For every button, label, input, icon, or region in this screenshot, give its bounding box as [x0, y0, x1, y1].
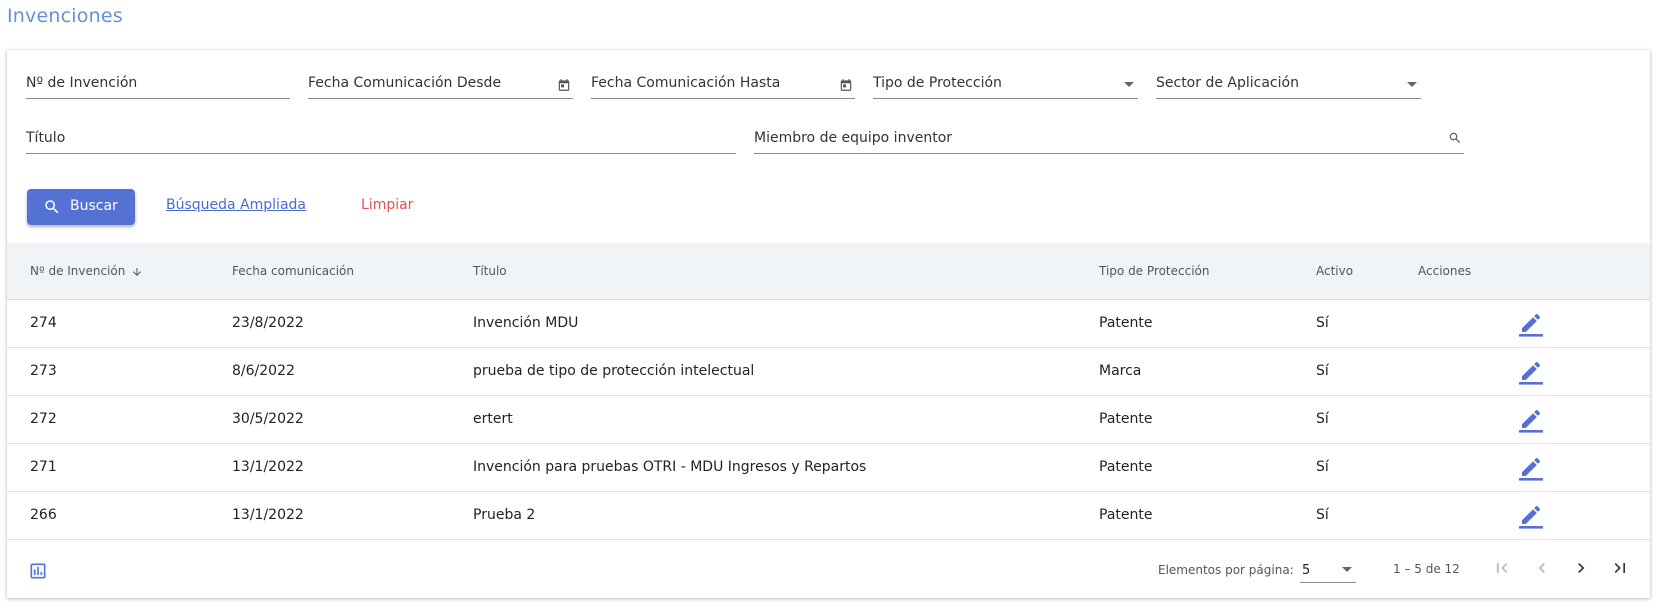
- cell-date: 13/1/2022: [232, 459, 304, 475]
- cell-active: Sí: [1316, 315, 1329, 331]
- cell-protection: Patente: [1099, 459, 1153, 475]
- cell-active: Sí: [1316, 507, 1329, 523]
- pencil-icon[interactable]: [1519, 503, 1543, 529]
- invention-number-field[interactable]: Nº de Invención: [26, 69, 290, 99]
- cell-number: 272: [30, 411, 57, 427]
- table-row: 274 23/8/2022 Invención MDU Patente Sí: [7, 300, 1650, 348]
- cell-protection: Patente: [1099, 507, 1153, 523]
- cell-title: Prueba 2: [473, 507, 536, 523]
- column-header-date[interactable]: Fecha comunicación: [232, 264, 354, 278]
- column-header-active[interactable]: Activo: [1316, 264, 1353, 278]
- pagination-range: 1 – 5 de 12: [1393, 562, 1460, 576]
- column-header-number[interactable]: Nº de Invención: [30, 264, 143, 279]
- protection-type-select[interactable]: Tipo de Protección: [873, 69, 1138, 99]
- cell-active: Sí: [1316, 411, 1329, 427]
- pencil-icon[interactable]: [1519, 455, 1543, 481]
- team-member-label: Miembro de equipo inventor: [754, 130, 953, 146]
- cell-date: 8/6/2022: [232, 363, 295, 379]
- cell-number: 271: [30, 459, 57, 475]
- cell-number: 266: [30, 507, 57, 523]
- cell-date: 30/5/2022: [232, 411, 304, 427]
- protection-type-label: Tipo de Protección: [873, 75, 1002, 91]
- chevron-left-icon[interactable]: [1532, 558, 1552, 578]
- title-field[interactable]: Título: [26, 124, 736, 154]
- cell-number: 273: [30, 363, 57, 379]
- table-header: Nº de Invención Fecha comunicación Títul…: [7, 243, 1650, 300]
- pencil-icon[interactable]: [1519, 359, 1543, 385]
- cell-date: 13/1/2022: [232, 507, 304, 523]
- calendar-icon[interactable]: [557, 78, 571, 92]
- cell-number: 274: [30, 315, 57, 331]
- page-title: Invenciones: [7, 5, 123, 27]
- cell-date: 23/8/2022: [232, 315, 304, 331]
- cell-active: Sí: [1316, 459, 1329, 475]
- column-header-number-label: Nº de Invención: [30, 264, 126, 278]
- advanced-search-link[interactable]: Búsqueda Ampliada: [166, 197, 306, 213]
- team-member-field[interactable]: Miembro de equipo inventor: [754, 124, 1464, 154]
- column-header-protection[interactable]: Tipo de Protección: [1099, 264, 1209, 278]
- cell-active: Sí: [1316, 363, 1329, 379]
- chevron-right-icon[interactable]: [1571, 558, 1591, 578]
- items-per-page-value: 5: [1302, 563, 1311, 578]
- application-sector-select[interactable]: Sector de Aplicación: [1156, 69, 1421, 99]
- invention-number-label: Nº de Invención: [26, 75, 138, 91]
- invention-search-card: Nº de Invención Fecha Comunicación Desde…: [7, 50, 1650, 598]
- search-icon: [45, 200, 59, 214]
- arrow-down-icon[interactable]: [131, 265, 143, 279]
- cell-protection: Marca: [1099, 363, 1142, 379]
- first-page-icon[interactable]: [1492, 558, 1512, 578]
- bar-chart-icon[interactable]: [28, 561, 48, 581]
- table-footer: Elementos por página: 5 1 – 5 de 12: [7, 540, 1650, 598]
- search-button[interactable]: Buscar: [27, 189, 135, 225]
- cell-protection: Patente: [1099, 315, 1153, 331]
- table-row: 266 13/1/2022 Prueba 2 Patente Sí: [7, 492, 1650, 540]
- cell-title: prueba de tipo de protección intelectual: [473, 363, 755, 379]
- cell-title: Invención para pruebas OTRI - MDU Ingres…: [473, 459, 867, 475]
- search-icon[interactable]: [1448, 131, 1462, 145]
- clear-button[interactable]: Limpiar: [361, 197, 413, 213]
- pencil-icon[interactable]: [1519, 407, 1543, 433]
- calendar-icon[interactable]: [839, 78, 853, 92]
- chevron-down-icon: [1407, 82, 1417, 87]
- search-button-label: Buscar: [70, 198, 118, 214]
- date-from-field[interactable]: Fecha Comunicación Desde: [308, 69, 573, 99]
- column-header-actions: Acciones: [1418, 264, 1472, 278]
- items-per-page-select[interactable]: 5: [1300, 555, 1356, 583]
- table-row: 272 30/5/2022 ertert Patente Sí: [7, 396, 1650, 444]
- title-label: Título: [26, 130, 66, 146]
- table-row: 271 13/1/2022 Invención para pruebas OTR…: [7, 444, 1650, 492]
- chevron-down-icon: [1124, 82, 1134, 87]
- cell-protection: Patente: [1099, 411, 1153, 427]
- table-row: 273 8/6/2022 prueba de tipo de protecció…: [7, 348, 1650, 396]
- pencil-icon[interactable]: [1519, 311, 1543, 337]
- last-page-icon[interactable]: [1610, 558, 1630, 578]
- items-per-page-label: Elementos por página:: [1158, 563, 1294, 577]
- chevron-down-icon: [1342, 567, 1352, 572]
- cell-title: Invención MDU: [473, 315, 579, 331]
- date-from-label: Fecha Comunicación Desde: [308, 75, 502, 91]
- application-sector-label: Sector de Aplicación: [1156, 75, 1299, 91]
- cell-title: ertert: [473, 411, 513, 427]
- date-to-label: Fecha Comunicación Hasta: [591, 75, 781, 91]
- column-header-title[interactable]: Título: [473, 264, 507, 278]
- date-to-field[interactable]: Fecha Comunicación Hasta: [591, 69, 855, 99]
